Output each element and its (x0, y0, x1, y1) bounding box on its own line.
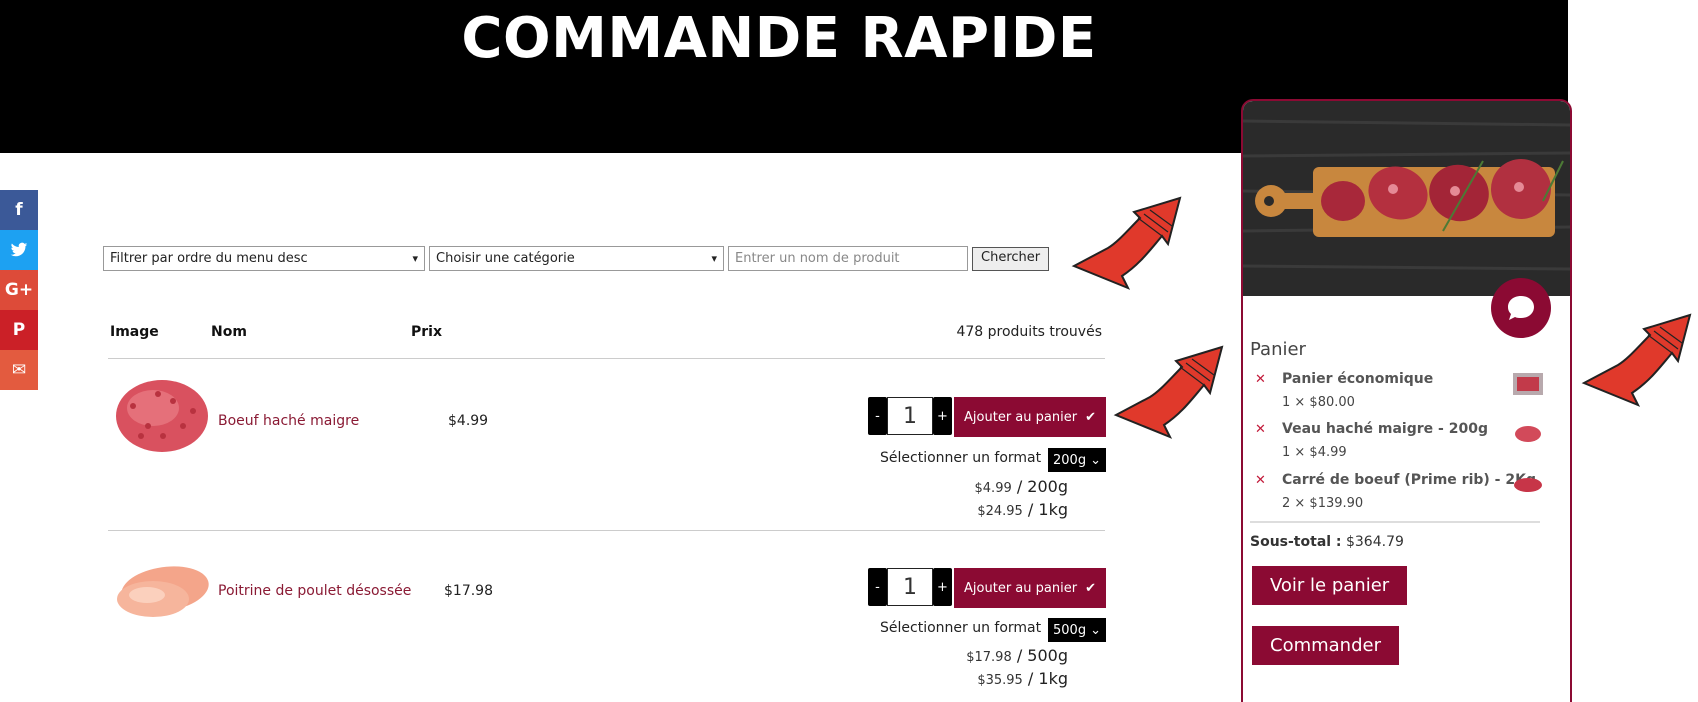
arrow-annotation-icon (1113, 345, 1224, 439)
quantity-stepper: - 1 + (868, 397, 952, 435)
price-amount: $24.95 (977, 504, 1023, 519)
divider (108, 358, 1105, 359)
cart-item-name[interactable]: Veau haché maigre - 200g (1282, 421, 1488, 437)
remove-item-icon[interactable]: ✕ (1255, 422, 1266, 437)
remove-item-icon[interactable]: ✕ (1255, 473, 1266, 488)
arrow-annotation-icon (1071, 196, 1182, 290)
page-title: COMMANDE RAPIDE (461, 6, 1097, 71)
chevron-down-icon: ⌄ (1090, 452, 1101, 468)
price-unit: / 200g (1011, 477, 1068, 496)
cart-item-qty: 1 × $4.99 (1282, 445, 1347, 460)
chat-button[interactable] (1491, 278, 1551, 338)
product-name-link[interactable]: Boeuf haché maigre (218, 413, 359, 429)
product-price: $4.99 (448, 413, 489, 429)
divider (108, 530, 1105, 531)
table-row: Boeuf haché maigre $4.99 - 1 + Ajouter a… (108, 370, 1106, 540)
category-select[interactable]: Choisir une catégorie ▾ (429, 246, 724, 271)
mini-cart-panel: Panier ✕ Panier économique 1 × $80.00 ✕ … (1241, 99, 1572, 702)
ground-beef-image (116, 380, 208, 452)
decrement-button[interactable]: - (868, 568, 887, 606)
chicken-breast-image (117, 566, 209, 617)
cart-item-name[interactable]: Panier économique (1282, 371, 1433, 387)
chevron-down-icon: ▾ (412, 252, 418, 265)
price-per-kg: $24.95 / 1kg (908, 500, 1068, 519)
column-header-name: Nom (211, 324, 247, 340)
chevron-down-icon: ⌄ (1090, 622, 1101, 638)
products-found-count: 478 produits trouvés (956, 324, 1102, 340)
add-to-cart-label: Ajouter au panier (964, 409, 1078, 425)
chevron-down-icon: ▾ (711, 252, 717, 265)
chat-bubble-icon (1508, 296, 1534, 320)
price-amount: $35.95 (977, 673, 1023, 688)
cart-title: Panier (1250, 339, 1306, 360)
cart-banner-image (1243, 101, 1570, 296)
price-amount: $4.99 (974, 481, 1012, 496)
email-icon[interactable]: ✉ (0, 350, 38, 390)
price-per-format: $4.99 / 200g (908, 477, 1068, 496)
remove-item-icon[interactable]: ✕ (1255, 372, 1266, 387)
column-header-price: Prix (411, 324, 442, 340)
subtotal-value: $364.79 (1341, 534, 1404, 550)
price-unit: / 1kg (1022, 500, 1068, 519)
cart-item-name[interactable]: Carré de boeuf (Prime rib) - 2Kg (1282, 472, 1536, 488)
product-price: $17.98 (444, 583, 493, 599)
checkmark-icon: ✔ (1085, 580, 1096, 596)
format-select-value: 200g (1053, 452, 1087, 468)
checkmark-icon: ✔ (1085, 409, 1096, 425)
subtotal-label: Sous-total : (1250, 534, 1342, 550)
column-header-image: Image (110, 324, 159, 340)
cart-item-thumbnail (1514, 478, 1542, 492)
table-row: Poitrine de poulet désossée $17.98 - 1 +… (108, 540, 1106, 702)
price-amount: $17.98 (966, 650, 1012, 665)
quantity-input[interactable]: 1 (887, 568, 933, 606)
cart-item-qty: 1 × $80.00 (1282, 395, 1355, 410)
social-share-bar: f G+ P ✉ (0, 190, 38, 390)
twitter-icon[interactable] (0, 230, 38, 270)
filter-bar: Filtrer par ordre du menu desc ▾ Choisir… (103, 246, 1050, 271)
price-unit: / 1kg (1022, 669, 1068, 688)
quantity-stepper: - 1 + (868, 568, 952, 606)
increment-button[interactable]: + (933, 397, 952, 435)
add-to-cart-label: Ajouter au panier (964, 580, 1078, 596)
format-label: Sélectionner un format (880, 450, 1042, 466)
product-search-input[interactable]: Entrer un nom de produit (728, 246, 968, 271)
divider (1250, 521, 1540, 523)
google-plus-icon[interactable]: G+ (0, 270, 38, 310)
add-to-cart-button[interactable]: Ajouter au panier ✔ (954, 568, 1106, 608)
cart-item-thumbnail (1513, 373, 1543, 395)
price-per-format: $17.98 / 500g (908, 646, 1068, 665)
format-select[interactable]: 200g ⌄ (1048, 448, 1106, 472)
product-name-link[interactable]: Poitrine de poulet désossée (218, 583, 411, 599)
arrow-annotation-icon (1581, 313, 1692, 407)
order-select-value: Filtrer par ordre du menu desc (110, 251, 308, 266)
pinterest-icon[interactable]: P (0, 310, 38, 350)
cart-subtotal: Sous-total : $364.79 (1250, 534, 1404, 550)
category-select-value: Choisir une catégorie (436, 251, 575, 266)
quantity-input[interactable]: 1 (887, 397, 933, 435)
facebook-icon[interactable]: f (0, 190, 38, 230)
decrement-button[interactable]: - (868, 397, 887, 435)
price-unit: / 500g (1011, 646, 1068, 665)
increment-button[interactable]: + (933, 568, 952, 606)
search-button[interactable]: Chercher (972, 247, 1050, 271)
format-label: Sélectionner un format (880, 620, 1042, 636)
view-cart-button[interactable]: Voir le panier (1252, 566, 1408, 605)
price-per-kg: $35.95 / 1kg (908, 669, 1068, 688)
add-to-cart-button[interactable]: Ajouter au panier ✔ (954, 397, 1106, 437)
cart-item-qty: 2 × $139.90 (1282, 496, 1364, 511)
order-select[interactable]: Filtrer par ordre du menu desc ▾ (103, 246, 425, 271)
format-select[interactable]: 500g ⌄ (1048, 618, 1106, 642)
cart-item-thumbnail (1515, 426, 1541, 442)
format-select-value: 500g (1053, 622, 1087, 638)
checkout-button[interactable]: Commander (1252, 626, 1399, 665)
